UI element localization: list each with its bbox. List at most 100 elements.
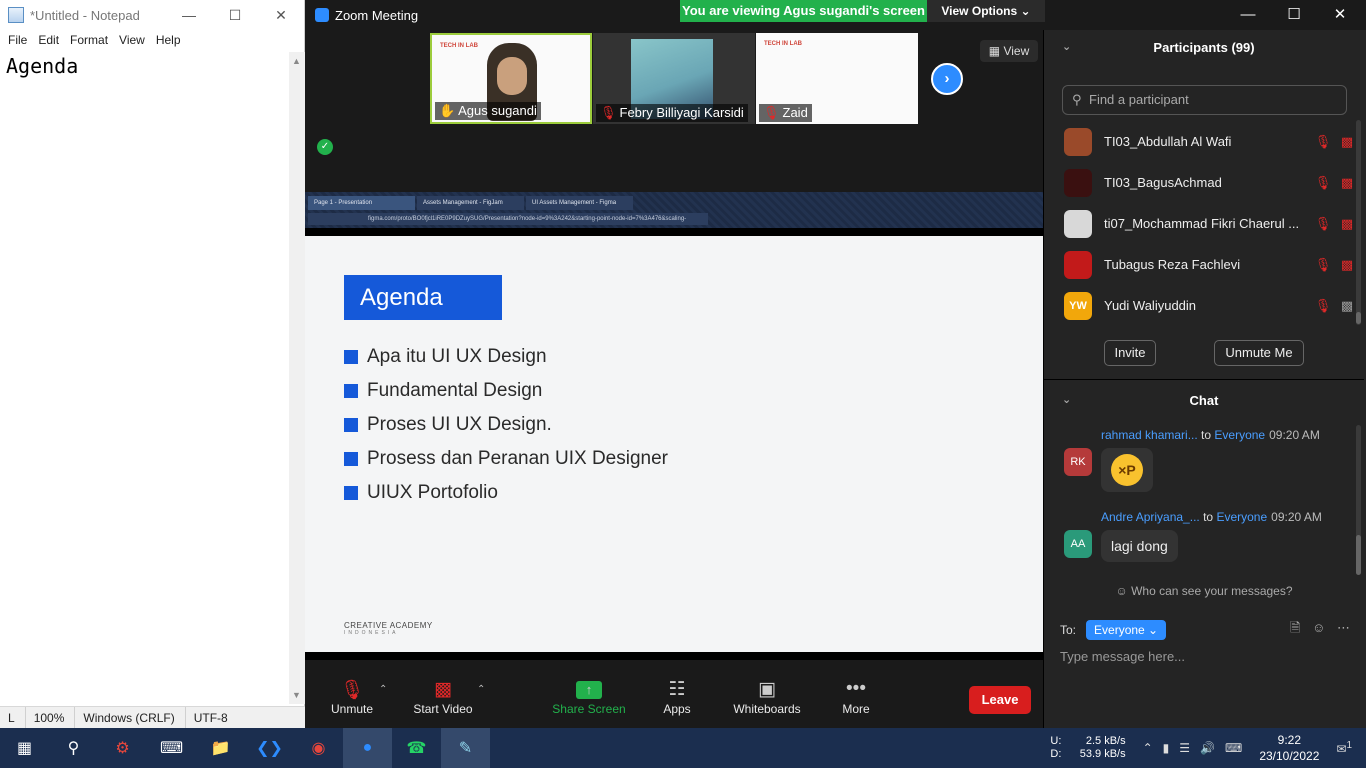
chat-bubble: ×P [1101, 448, 1153, 492]
participant-row[interactable]: Tubagus Reza Fachlevi 🎙 ▩ [1044, 244, 1359, 285]
chat-scrollbar[interactable] [1356, 535, 1361, 575]
chat-tools: 🗎 ☺ ⋯ [1282, 619, 1350, 641]
menu-file[interactable]: File [4, 33, 34, 47]
menu-edit[interactable]: Edit [34, 33, 66, 47]
notepad-menubar: File Edit Format View Help [0, 30, 304, 50]
menu-format[interactable]: Format [66, 33, 115, 47]
recipient-dropdown[interactable]: Everyone ⌄ [1086, 620, 1167, 640]
notepad-statusbar: L 100% Windows (CRLF) UTF-8 [0, 706, 305, 729]
terminal-icon[interactable]: ⌨ [147, 728, 196, 768]
apps-button[interactable]: ☷ Apps [660, 678, 694, 716]
chat-meta: Andre Apriyana_... to Everyone 09:20 AM [1101, 510, 1322, 524]
battery-icon[interactable]: ▮ [1163, 741, 1170, 755]
thumb-text: TECH IN LAB [764, 41, 802, 47]
bullet-square-icon [344, 418, 358, 432]
keyboard-icon[interactable]: ⌨ [1225, 741, 1242, 755]
agenda-item: Apa itu UI UX Design [344, 340, 668, 374]
system-tray: U: 2.5 kB/s D: 53.9 kB/s ⌃ ▮ ☰ 🔊 ⌨ 9:22 … [1050, 728, 1366, 768]
chrome-icon[interactable]: ◉ [294, 728, 343, 768]
audio-options-caret-icon[interactable]: ⌃ [379, 684, 387, 695]
more-dots-icon[interactable]: ⋯ [1337, 620, 1350, 635]
maximize-icon[interactable]: ☐ [212, 7, 258, 24]
video-options-caret-icon[interactable]: ⌃ [477, 684, 485, 695]
chat-meta: rahmad khamari... to Everyone 09:20 AM [1101, 428, 1320, 442]
unmute-me-button[interactable]: Unmute Me [1214, 340, 1304, 366]
tile-name: ✋ Agus sugandi [435, 102, 541, 120]
chat-message-input[interactable]: Type message here... [1060, 649, 1185, 664]
whiteboards-button[interactable]: ▣ Whiteboards [732, 678, 802, 716]
file-icon[interactable]: 🗎 [1290, 620, 1300, 635]
zoom-window: Zoom Meeting You are viewing Agus sugand… [305, 0, 1366, 728]
zoom-minimize-icon[interactable]: — [1225, 0, 1271, 30]
view-options-button[interactable]: View Options ⌄ [927, 0, 1045, 22]
who-can-see-link[interactable]: ☺ Who can see your messages? [1044, 584, 1364, 598]
participant-row[interactable]: YW Yudi Waliyuddin 🎙 ▩ [1044, 285, 1359, 326]
menu-view[interactable]: View [115, 33, 152, 47]
mic-muted-icon: 🎙 [1314, 256, 1332, 272]
invite-button[interactable]: Invite [1104, 340, 1156, 366]
zoom-close-icon[interactable]: ✕ [1317, 0, 1363, 30]
chat-message: RK rahmad khamari... to Everyone 09:20 AM… [1064, 428, 1354, 494]
shared-browser-bar: Page 1 - Presentation Assets Management … [305, 192, 1043, 228]
windows-start-icon[interactable]: ▦ [0, 728, 49, 768]
participant-search-input[interactable]: ⚲ Find a participant [1062, 85, 1347, 115]
zoom-maximize-icon[interactable]: ☐ [1271, 0, 1317, 30]
minimize-icon[interactable]: — [166, 7, 212, 23]
participant-row[interactable]: TI03_Abdullah Al Wafi 🎙 ▩ [1044, 121, 1359, 162]
zoom-taskbar-icon[interactable]: ● [343, 728, 392, 768]
scroll-down-icon[interactable]: ▼ [292, 690, 301, 700]
unmute-button[interactable]: 🎙 Unmute [327, 678, 377, 716]
chat-recipient-bar: To: Everyone ⌄ 🗎 ☺ ⋯ [1060, 619, 1350, 641]
scroll-up-icon[interactable]: ▲ [292, 56, 301, 66]
video-tile-agus[interactable]: TECH IN LAB ✋ Agus sugandi [430, 33, 592, 124]
share-screen-button[interactable]: ↑ Share Screen [552, 678, 626, 716]
shared-tab: Page 1 - Presentation [308, 196, 415, 210]
network-speed: U: 2.5 kB/s D: 53.9 kB/s [1050, 735, 1126, 760]
shared-url: figma.com/proto/BO0fjcl1iRE0P9DZuySUG/Pr… [308, 213, 708, 225]
participant-scrollbar[interactable] [1356, 312, 1361, 324]
notepad-text-area[interactable]: Agenda [0, 52, 289, 704]
grid-icon: ▦ [988, 44, 1001, 58]
encryption-shield-icon[interactable]: ✓ [317, 139, 333, 155]
agenda-list: Apa itu UI UX Design Fundamental Design … [344, 340, 668, 510]
participant-row[interactable]: ti07_Mochammad Fikri Chaerul ... 🎙 ▩ [1044, 203, 1359, 244]
sender-name[interactable]: Andre Apriyana_... [1101, 510, 1200, 524]
panel-divider [1044, 379, 1364, 380]
close-icon[interactable]: ✕ [258, 7, 304, 24]
more-button[interactable]: ••• More [840, 678, 872, 716]
letterbox-bottom [305, 652, 1043, 660]
file-explorer-icon[interactable]: 📁 [196, 728, 245, 768]
taskbar-app-icon[interactable]: ⚙ [98, 728, 147, 768]
volume-icon[interactable]: 🔊 [1200, 741, 1215, 755]
notification-icon[interactable]: ✉1 [1336, 740, 1352, 756]
viewing-banner: You are viewing Agus sugandi's screen [680, 0, 927, 22]
notepad-titlebar: *Untitled - Notepad — ☐ ✕ [0, 0, 304, 30]
wifi-icon[interactable]: ☰ [1179, 741, 1190, 755]
zoom-title: Zoom Meeting [335, 7, 419, 23]
notepad-taskbar-icon[interactable]: ✎ [441, 728, 490, 768]
bullet-square-icon [344, 486, 358, 500]
search-icon[interactable]: ⚲ [49, 728, 98, 768]
video-tile-febry[interactable]: 🎙 Febry Billiyagi Karsidi [593, 33, 755, 124]
status-zoom: 100% [26, 706, 76, 729]
chevron-up-icon[interactable]: ⌃ [1143, 741, 1153, 755]
start-video-button[interactable]: ▩ Start Video [412, 678, 474, 716]
participant-row[interactable]: TI03_BagusAchmad 🎙 ▩ [1044, 162, 1359, 203]
menu-help[interactable]: Help [152, 33, 188, 47]
avatar: AA [1064, 530, 1092, 558]
hand-icon: ✋ [439, 103, 456, 118]
next-page-button[interactable]: › [931, 63, 963, 95]
clock[interactable]: 9:22 23/10/2022 [1259, 732, 1319, 764]
leave-button[interactable]: Leave [969, 686, 1031, 714]
sender-name[interactable]: rahmad khamari... [1101, 428, 1198, 442]
status-line-ending: Windows (CRLF) [75, 706, 186, 729]
collapse-chevron-icon[interactable]: ⌄ [1062, 40, 1071, 53]
whatsapp-icon[interactable]: ☎ [392, 728, 441, 768]
creative-academy-logo: CREATIVE ACADEMY INDONESIA [344, 621, 433, 636]
collapse-chevron-icon[interactable]: ⌄ [1062, 393, 1071, 406]
notepad-scrollbar[interactable]: ▲ ▼ [289, 52, 305, 704]
emoji-icon[interactable]: ☺ [1312, 620, 1325, 635]
video-tile-zaid[interactable]: TECH IN LAB 🎙 Zaid [756, 33, 918, 124]
view-button[interactable]: ▦ View [980, 40, 1038, 62]
vscode-icon[interactable]: ❮❯ [245, 728, 294, 768]
